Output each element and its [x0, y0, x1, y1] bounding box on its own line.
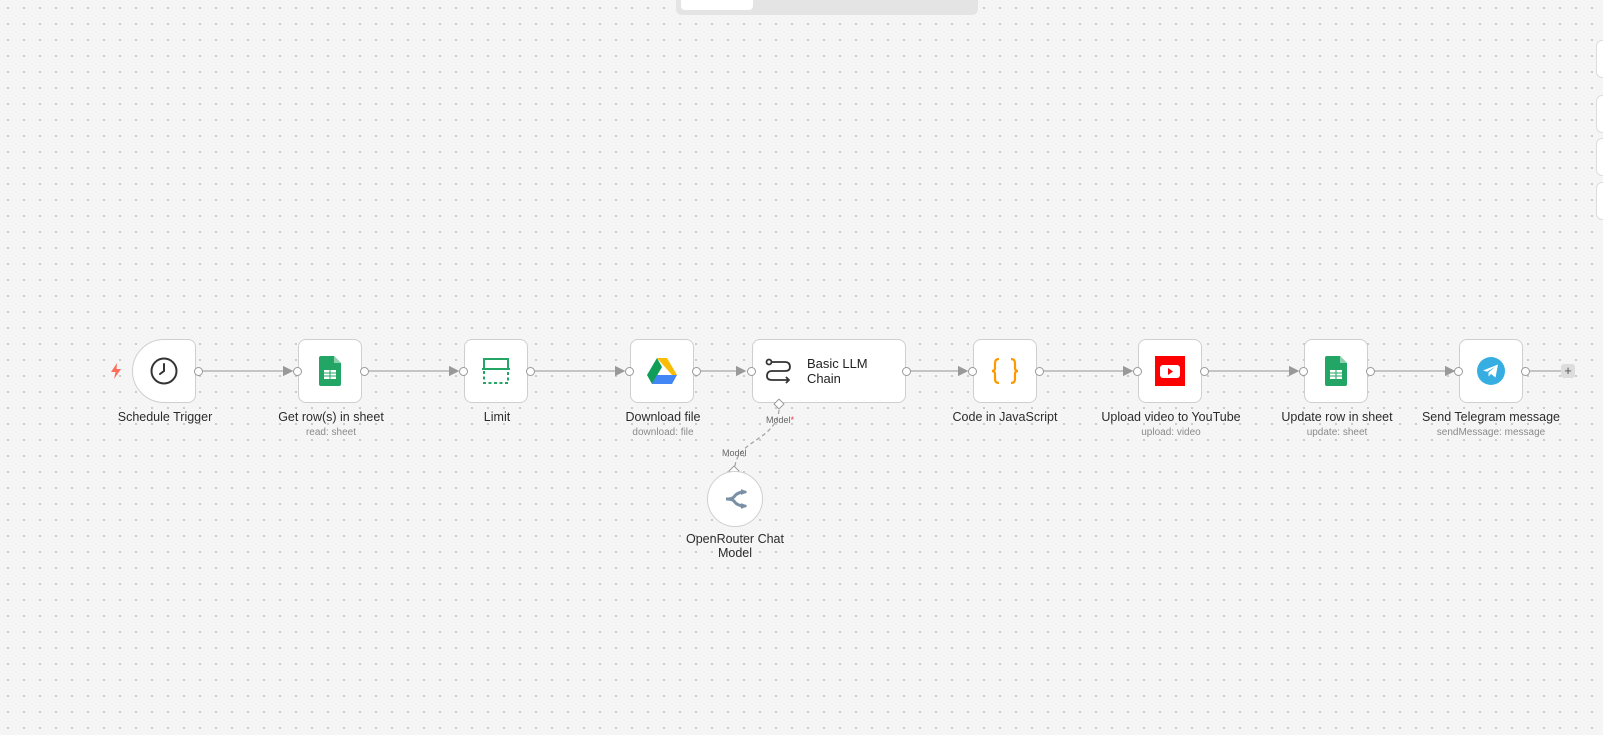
input-handle[interactable] [1133, 367, 1142, 376]
output-handle[interactable] [360, 367, 369, 376]
output-handle[interactable] [194, 367, 203, 376]
node-label: Download file [625, 410, 701, 424]
input-handle[interactable] [459, 367, 468, 376]
input-handle[interactable] [293, 367, 302, 376]
add-node-button[interactable]: + [1561, 364, 1575, 378]
input-handle[interactable] [747, 367, 756, 376]
node-label: Limit [483, 410, 511, 424]
node-label: Send Telegram message [1421, 410, 1561, 424]
model-port-label: Model* [766, 415, 795, 425]
input-handle[interactable] [968, 367, 977, 376]
input-handle[interactable] [625, 367, 634, 376]
output-handle[interactable] [1200, 367, 1209, 376]
output-handle[interactable] [1521, 367, 1530, 376]
node-basic-llm-chain[interactable]: Basic LLM Chain [752, 339, 906, 403]
node-download-file[interactable] [630, 339, 694, 403]
output-handle[interactable] [692, 367, 701, 376]
google-sheets-icon [1325, 356, 1347, 386]
node-get-rows[interactable] [298, 339, 362, 403]
node-label: Upload video to YouTube [1101, 410, 1241, 424]
google-drive-icon [647, 357, 677, 384]
llm-chain-icon [765, 358, 791, 384]
node-label: Update row in sheet [1281, 410, 1393, 424]
youtube-icon [1155, 356, 1185, 386]
input-handle[interactable] [1299, 367, 1308, 376]
clock-icon [150, 357, 178, 385]
node-youtube-upload[interactable] [1138, 339, 1202, 403]
node-label: Get row(s) in sheet [278, 410, 384, 424]
output-handle[interactable] [1035, 367, 1044, 376]
node-subtitle: sendMessage: message [1436, 427, 1546, 438]
node-subtitle: read: sheet [305, 427, 357, 438]
node-subtitle: update: sheet [1306, 427, 1368, 438]
node-subtitle: download: file [632, 427, 694, 438]
node-telegram-message[interactable] [1459, 339, 1523, 403]
telegram-icon [1477, 357, 1505, 385]
node-schedule-trigger[interactable] [132, 339, 196, 403]
node-label: OpenRouter Chat Model [686, 532, 784, 560]
node-label: Basic LLM Chain [806, 356, 868, 386]
node-code-javascript[interactable] [973, 339, 1037, 403]
model-output-label: Model [722, 448, 747, 458]
output-handle[interactable] [526, 367, 535, 376]
node-label: Code in JavaScript [952, 410, 1058, 424]
input-handle[interactable] [1454, 367, 1463, 376]
node-label: Schedule Trigger [117, 410, 213, 424]
trigger-bolt-icon [111, 363, 121, 379]
limit-icon [482, 358, 510, 384]
node-update-row[interactable] [1304, 339, 1368, 403]
node-subtitle: upload: video [1141, 427, 1201, 438]
output-handle[interactable] [1366, 367, 1375, 376]
node-openrouter-chat-model[interactable] [707, 471, 763, 527]
google-sheets-icon [319, 356, 341, 386]
node-limit[interactable] [464, 339, 528, 403]
code-braces-icon [991, 357, 1019, 385]
openrouter-icon [725, 489, 747, 509]
output-handle[interactable] [902, 367, 911, 376]
